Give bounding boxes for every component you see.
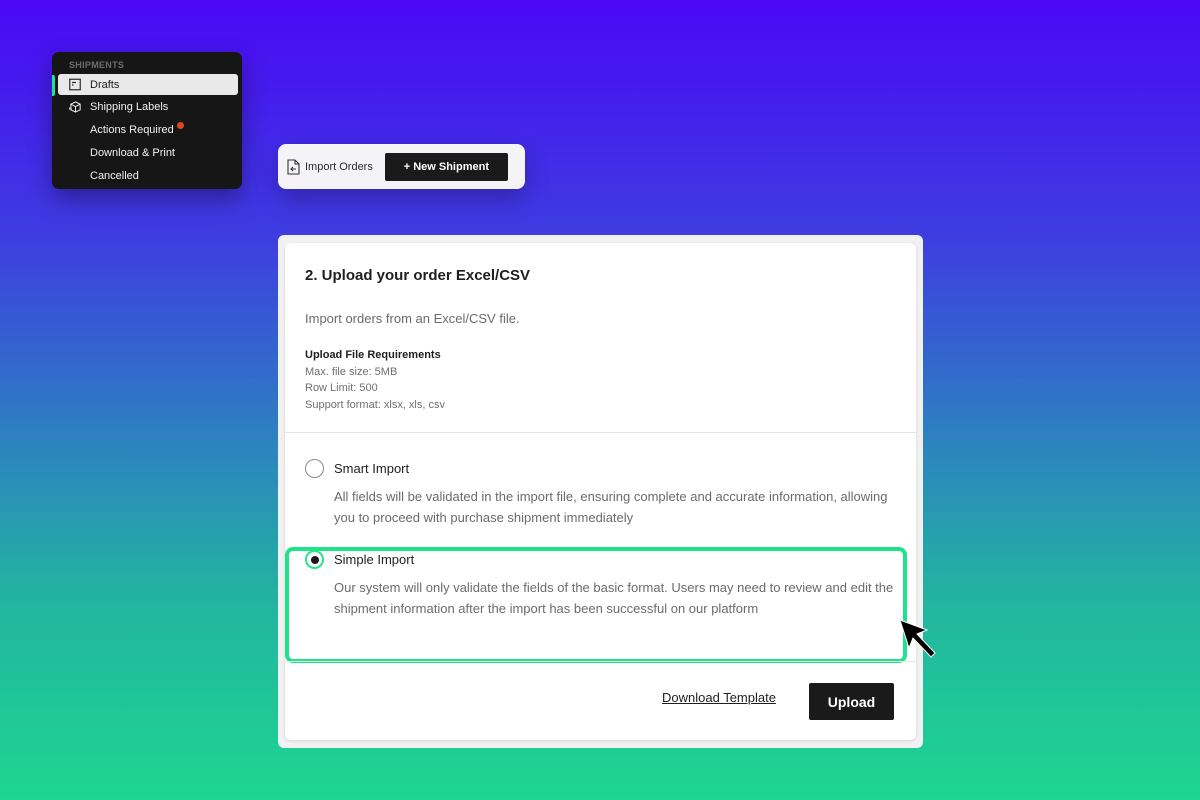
upload-button[interactable]: Upload — [809, 683, 894, 720]
upload-card: 2. Upload your order Excel/CSV Import or… — [285, 243, 916, 740]
import-orders-label: Import Orders — [305, 160, 373, 173]
divider — [285, 432, 916, 433]
notification-dot — [176, 122, 184, 129]
mouse-pointer-icon — [897, 617, 941, 661]
sidebar-section-label: SHIPMENTS — [69, 60, 125, 70]
sidebar-item-drafts[interactable]: Drafts — [58, 74, 238, 95]
sidebar-item-cancelled[interactable]: Cancelled — [52, 164, 242, 187]
draft-icon — [68, 78, 81, 91]
modal-title: 2. Upload your order Excel/CSV — [305, 267, 531, 284]
shipment-toolbar: Import Orders + New Shipment — [278, 144, 525, 189]
option-label: Simple Import — [334, 552, 415, 567]
requirement-line: Row Limit: 500 — [305, 382, 378, 394]
sidebar-item-label: Drafts — [90, 78, 120, 91]
requirement-line: Support format: xlsx, xls, csv — [305, 398, 445, 411]
option-label: Smart Import — [334, 461, 410, 476]
active-indicator — [52, 75, 55, 96]
requirement-line: Max. file size: 5MB — [305, 365, 398, 378]
divider — [285, 661, 916, 662]
sidebar-item-label: Shipping Labels — [90, 100, 169, 113]
simple-import-radio[interactable] — [305, 550, 324, 569]
sidebar-item-label: Actions Required — [90, 123, 174, 136]
sidebar-item-actions-required[interactable]: Actions Required — [52, 118, 242, 141]
modal-subtitle: Import orders from an Excel/CSV file. — [305, 311, 520, 326]
option-description: Our system will only validate the fields… — [334, 580, 894, 616]
download-template-link[interactable]: Download Template — [662, 690, 776, 705]
requirements-title: Upload File Requirements — [305, 349, 441, 361]
file-import-icon — [287, 158, 301, 175]
option-description: All fields will be validated in the impo… — [334, 489, 888, 525]
sidebar-item-download-print[interactable]: Download & Print — [52, 141, 242, 164]
smart-import-radio[interactable] — [305, 459, 324, 478]
import-orders-button[interactable]: Import Orders — [287, 158, 373, 175]
sidebar-item-shipping-labels[interactable]: Shipping Labels — [52, 95, 242, 118]
new-shipment-button[interactable]: + New Shipment — [384, 152, 508, 181]
upload-modal: 2. Upload your order Excel/CSV Import or… — [278, 235, 923, 748]
sidebar-item-label: Cancelled — [90, 169, 139, 182]
sidebar-item-label: Download & Print — [90, 146, 175, 159]
shipments-sidebar: SHIPMENTS Drafts Shipping Labels Actions… — [52, 52, 242, 189]
file-requirements: Upload File Requirements Max. file size:… — [305, 347, 445, 413]
package-icon — [69, 100, 82, 113]
